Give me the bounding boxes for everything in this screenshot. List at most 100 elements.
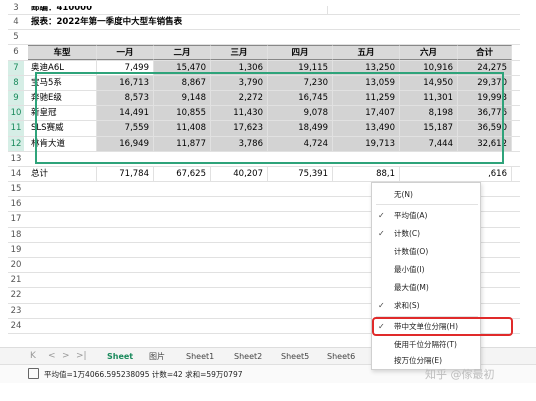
total-cell[interactable]: ,616 bbox=[458, 166, 512, 182]
value-cell[interactable]: 7,499 bbox=[97, 60, 154, 75]
column-header[interactable]: 一月 bbox=[97, 45, 154, 60]
value-cell[interactable]: 11,301 bbox=[400, 90, 458, 106]
column-header[interactable]: 三月 bbox=[211, 45, 268, 60]
total-cell[interactable]: 67,625 bbox=[154, 166, 211, 182]
sheet-tab[interactable]: Sheet1 bbox=[186, 348, 214, 365]
sheet-nav-button[interactable]: K bbox=[30, 348, 36, 365]
row-number[interactable]: 9 bbox=[8, 90, 24, 106]
value-cell[interactable]: 15,470 bbox=[154, 60, 211, 75]
row-number[interactable]: 23 bbox=[8, 304, 24, 318]
value-cell[interactable]: 13,490 bbox=[333, 121, 400, 136]
value-cell[interactable]: 32,612 bbox=[458, 136, 512, 151]
value-cell[interactable]: 10,916 bbox=[400, 60, 458, 75]
menu-item[interactable]: ✓ 平均值(A) bbox=[372, 208, 480, 223]
column-header[interactable]: 六月 bbox=[400, 45, 458, 60]
value-cell[interactable]: 16,713 bbox=[97, 75, 154, 90]
report-title[interactable]: 报表：2022年第一季度中大型车销售表 bbox=[28, 15, 328, 29]
value-cell[interactable]: 11,408 bbox=[154, 121, 211, 136]
sheet-nav-button[interactable]: < bbox=[48, 348, 56, 365]
menu-item[interactable]: 最小值(I) bbox=[372, 262, 480, 277]
value-cell[interactable]: 8,573 bbox=[97, 90, 154, 106]
row-number[interactable]: 7 bbox=[8, 60, 24, 75]
row-number[interactable]: 11 bbox=[8, 121, 24, 136]
value-cell[interactable]: 29,370 bbox=[458, 75, 512, 90]
car-model-cell[interactable]: 宝马5系 bbox=[28, 75, 97, 90]
car-model-cell[interactable]: 奥迪A6L bbox=[28, 60, 97, 75]
car-model-cell[interactable]: 奔驰E级 bbox=[28, 90, 97, 106]
row-number[interactable]: 15 bbox=[8, 182, 24, 196]
value-cell[interactable]: 7,559 bbox=[97, 121, 154, 136]
value-cell[interactable]: 8,198 bbox=[400, 106, 458, 121]
car-model-cell[interactable]: 林肯大道 bbox=[28, 136, 97, 151]
value-cell[interactable]: 8,867 bbox=[154, 75, 211, 90]
menu-item[interactable]: ✓ 求和(S) bbox=[372, 298, 480, 313]
total-cell[interactable]: 75,391 bbox=[268, 166, 333, 182]
menu-item[interactable]: 最大值(M) bbox=[372, 280, 480, 295]
total-cell[interactable]: 40,207 bbox=[211, 166, 268, 182]
menu-item[interactable]: ✓ 带中文单位分隔(H) bbox=[372, 319, 480, 334]
value-cell[interactable]: 19,115 bbox=[268, 60, 333, 75]
row-number[interactable]: 21 bbox=[8, 273, 24, 287]
column-header[interactable]: 五月 bbox=[333, 45, 400, 60]
menu-item[interactable]: ✓ 计数(C) bbox=[372, 226, 480, 241]
value-cell[interactable]: 36,776 bbox=[458, 106, 512, 121]
value-cell[interactable]: 9,148 bbox=[154, 90, 211, 106]
value-cell[interactable]: 24,275 bbox=[458, 60, 512, 75]
column-header[interactable]: 二月 bbox=[154, 45, 211, 60]
sheet-tab[interactable]: 图片 bbox=[149, 348, 165, 365]
row-number[interactable]: 10 bbox=[8, 106, 24, 121]
status-stats[interactable]: 平均值=1万4066.595238095 计数=42 求和=59万0797 bbox=[44, 365, 242, 384]
value-cell[interactable]: 14,491 bbox=[97, 106, 154, 121]
value-cell[interactable]: 15,187 bbox=[400, 121, 458, 136]
menu-item[interactable]: 使用千位分隔符(T) bbox=[372, 337, 480, 352]
sheet-tab[interactable]: Sheet bbox=[107, 348, 133, 365]
value-cell[interactable]: 7,444 bbox=[400, 136, 458, 151]
value-cell[interactable]: 16,949 bbox=[97, 136, 154, 151]
value-cell[interactable]: 19,713 bbox=[333, 136, 400, 151]
sheet-tab[interactable]: Sheet2 bbox=[234, 348, 262, 365]
row-number[interactable]: 16 bbox=[8, 197, 24, 211]
total-cell[interactable]: 71,784 bbox=[97, 166, 154, 182]
menu-item[interactable]: 无(N) bbox=[372, 187, 480, 202]
value-cell[interactable]: 3,786 bbox=[211, 136, 268, 151]
row-number[interactable]: 20 bbox=[8, 258, 24, 272]
value-cell[interactable]: 17,623 bbox=[211, 121, 268, 136]
value-cell[interactable]: 16,745 bbox=[268, 90, 333, 106]
value-cell[interactable]: 11,877 bbox=[154, 136, 211, 151]
value-cell[interactable]: 17,407 bbox=[333, 106, 400, 121]
total-label[interactable]: 总计 bbox=[28, 166, 97, 182]
column-header[interactable]: 车型 bbox=[28, 45, 97, 60]
row-number[interactable]: 18 bbox=[8, 228, 24, 242]
value-cell[interactable]: 4,724 bbox=[268, 136, 333, 151]
menu-item[interactable]: 计数值(O) bbox=[372, 244, 480, 259]
row-number[interactable]: 24 bbox=[8, 319, 24, 333]
value-cell[interactable]: 11,430 bbox=[211, 106, 268, 121]
value-cell[interactable]: 13,059 bbox=[333, 75, 400, 90]
total-cell[interactable]: 88,1 bbox=[333, 166, 400, 182]
value-cell[interactable]: 14,950 bbox=[400, 75, 458, 90]
postcode-text[interactable]: 邮编：410000 bbox=[28, 6, 328, 14]
column-header[interactable]: 合计 bbox=[458, 45, 512, 60]
car-model-cell[interactable]: SLS赛威 bbox=[28, 121, 97, 136]
value-cell[interactable]: 11,259 bbox=[333, 90, 400, 106]
value-cell[interactable]: 3,790 bbox=[211, 75, 268, 90]
row-number[interactable]: 17 bbox=[8, 212, 24, 226]
sheet-nav-button[interactable]: > bbox=[62, 348, 70, 365]
status-icon[interactable] bbox=[28, 368, 39, 379]
value-cell[interactable]: 2,272 bbox=[211, 90, 268, 106]
car-model-cell[interactable]: 新皇冠 bbox=[28, 106, 97, 121]
row-number[interactable]: 12 bbox=[8, 136, 24, 151]
value-cell[interactable]: 18,499 bbox=[268, 121, 333, 136]
value-cell[interactable]: 19,993 bbox=[458, 90, 512, 106]
value-cell[interactable]: 7,230 bbox=[268, 75, 333, 90]
value-cell[interactable]: 13,250 bbox=[333, 60, 400, 75]
value-cell[interactable]: 1,306 bbox=[211, 60, 268, 75]
row-number[interactable]: 8 bbox=[8, 75, 24, 90]
column-header[interactable]: 四月 bbox=[268, 45, 333, 60]
sheet-tab[interactable]: Sheet5 bbox=[281, 348, 309, 365]
value-cell[interactable]: 10,855 bbox=[154, 106, 211, 121]
row-number[interactable]: 22 bbox=[8, 288, 24, 302]
sheet-tab[interactable]: Sheet6 bbox=[327, 348, 355, 365]
value-cell[interactable]: 9,078 bbox=[268, 106, 333, 121]
row-number[interactable]: 19 bbox=[8, 243, 24, 257]
